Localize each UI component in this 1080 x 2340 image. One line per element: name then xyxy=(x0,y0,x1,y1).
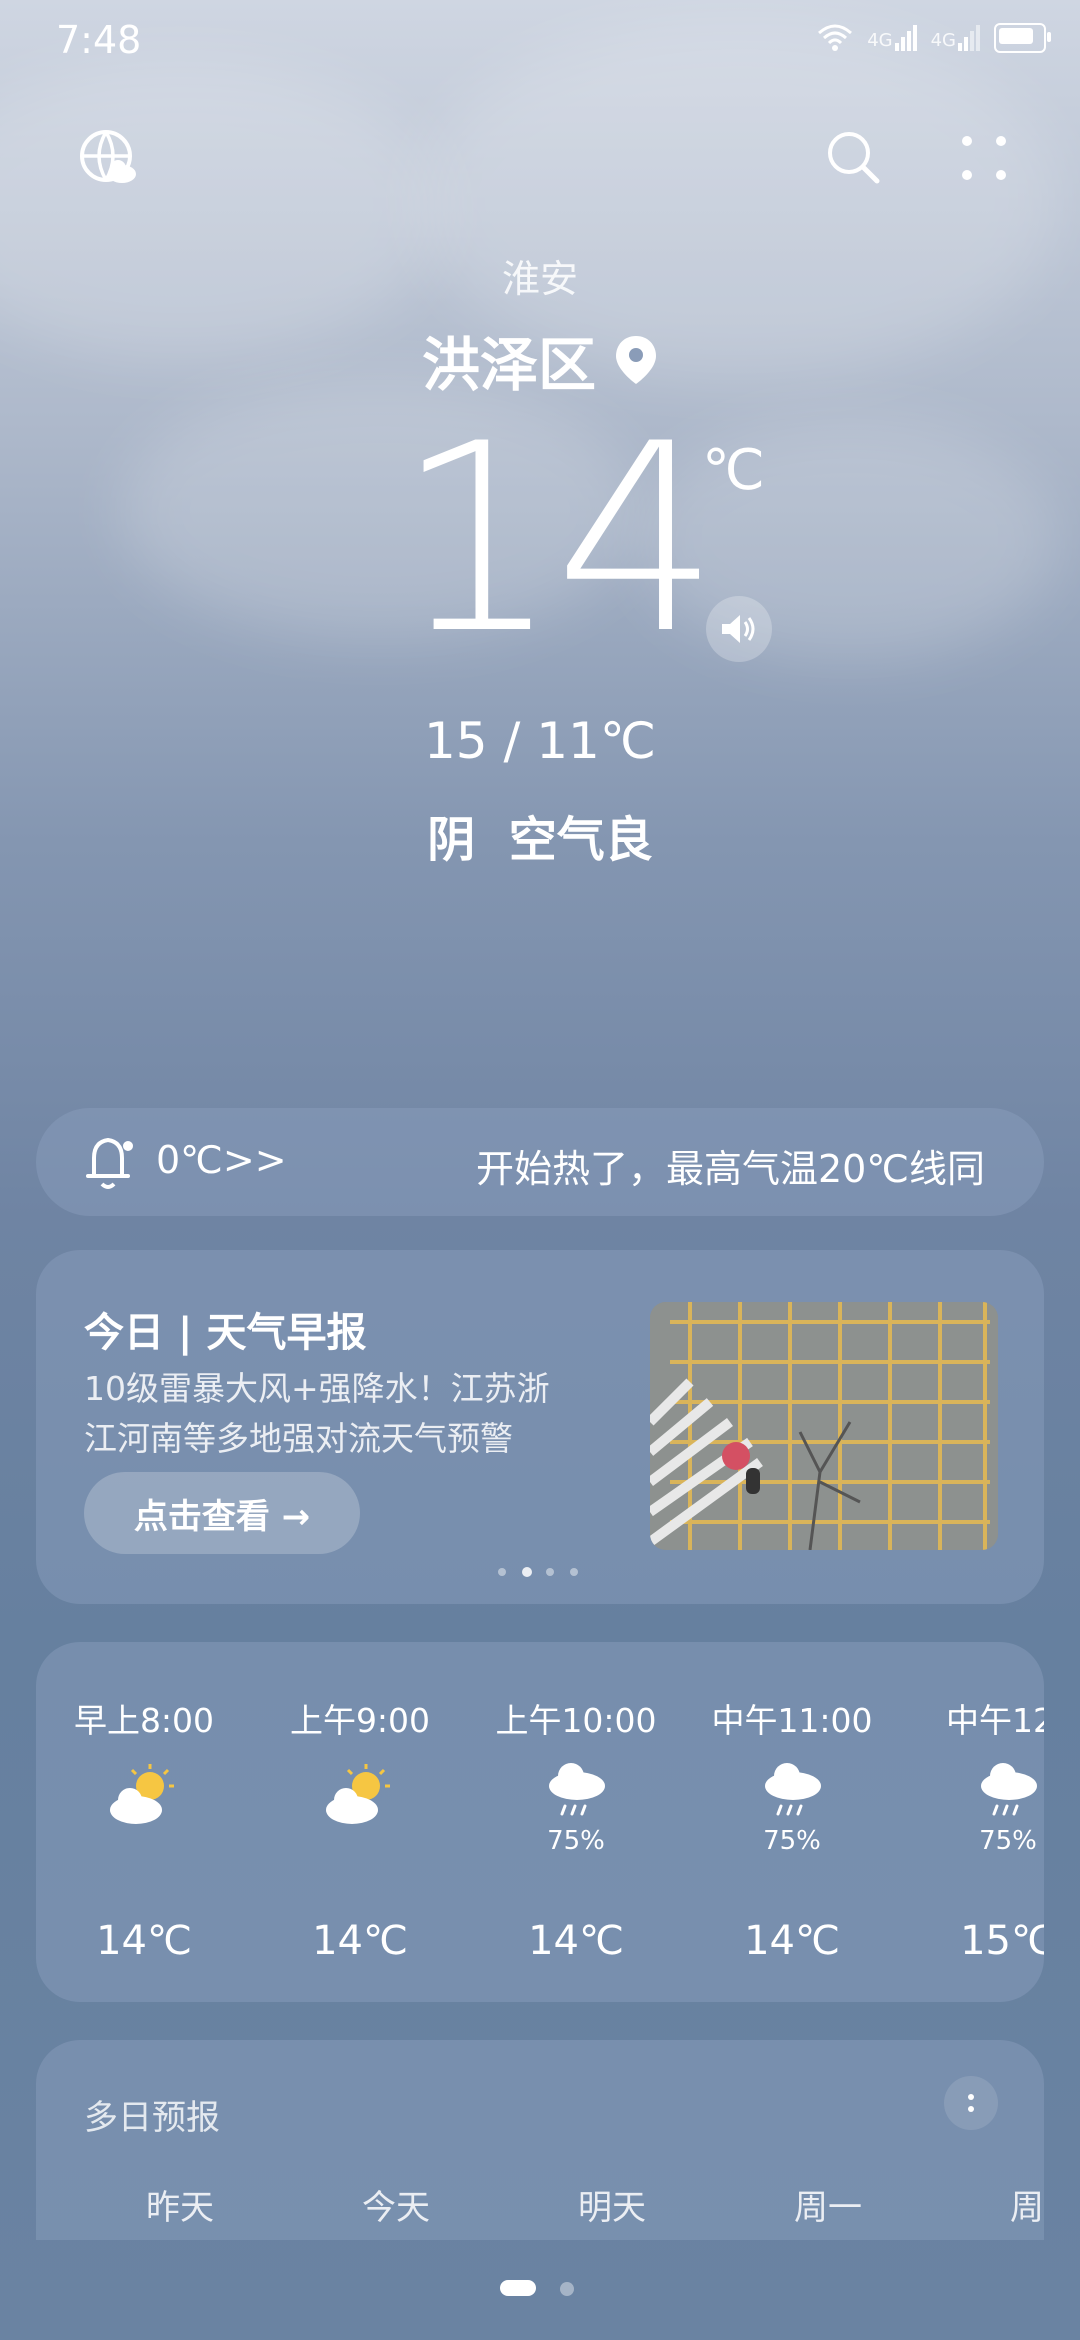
news-card[interactable]: 今日 | 天气早报 10级雷暴大风+强降水！江苏浙 江河南等多地强对流天气预警 … xyxy=(36,1250,1044,1604)
signal-icon-2: 4G xyxy=(931,25,980,51)
temperature-unit: ℃ xyxy=(702,438,765,503)
day-label: 明天 xyxy=(578,2188,646,2228)
news-line-2: 江河南等多地强对流天气预警 xyxy=(84,1419,513,1458)
hour-time: 中午11:00 xyxy=(711,1701,873,1740)
hour-item: 上午9:00 14℃ xyxy=(252,1642,468,1964)
status-icons: 4G 4G xyxy=(817,18,1051,58)
battery-icon xyxy=(994,23,1051,53)
hour-precip: 75% xyxy=(763,1826,821,1856)
day-label: 周二 xyxy=(1010,2188,1044,2228)
news-title: 今日 | 天气早报 xyxy=(84,1310,367,1356)
hour-temp: 14℃ xyxy=(744,1918,840,1964)
hour-item: 早上8:00 14℃ xyxy=(36,1642,252,1964)
rain-cloud-icon xyxy=(981,1763,1037,1816)
hour-time: 上午10:00 xyxy=(495,1701,657,1740)
page-indicator-dot xyxy=(560,2282,574,2296)
wifi-icon xyxy=(818,24,853,51)
status-time: 7:48 xyxy=(56,18,142,62)
day-label: 昨天 xyxy=(146,2188,214,2228)
day-label: 今天 xyxy=(362,2188,430,2228)
alert-bar[interactable]: 0℃>> 开始热了，最高气温20℃线同 xyxy=(36,1108,1044,1216)
news-line-1: 10级雷暴大风+强降水！江苏浙 xyxy=(84,1369,550,1408)
weather-condition: 阴 空气良 xyxy=(427,812,653,868)
alert-marquee: 开始热了，最高气温20℃线同 xyxy=(476,1147,986,1191)
hour-temp: 14℃ xyxy=(312,1918,408,1964)
hour-precip: 75% xyxy=(979,1826,1037,1856)
forecast-title: 多日预报 xyxy=(84,2098,220,2138)
city-name: 淮安 xyxy=(501,257,578,301)
hour-temp: 15℃ xyxy=(960,1918,1044,1964)
hour-item: 上午10:00 75% 14℃ xyxy=(468,1642,684,1964)
search-icon[interactable] xyxy=(822,126,886,190)
rain-cloud-icon xyxy=(765,1763,821,1816)
daily-forecast-card[interactable]: 多日预报 昨天 今天 明天 周一 周二 xyxy=(36,2040,1044,2240)
hour-time: 上午9:00 xyxy=(289,1701,431,1740)
page-indicator-active xyxy=(500,2280,536,2296)
network-type-2: 4G xyxy=(930,30,956,51)
carousel-dot-4 xyxy=(570,1568,578,1576)
partly-sunny-icon xyxy=(326,1764,390,1824)
temperature-range: 15 / 11℃ xyxy=(423,712,657,770)
hour-precip: 75% xyxy=(547,1826,605,1856)
network-type-1: 4G xyxy=(867,30,893,51)
view-details-button[interactable]: 点击查看 → xyxy=(84,1472,360,1554)
hour-temp: 14℃ xyxy=(528,1918,624,1964)
speaker-icon xyxy=(722,615,755,643)
hour-item: 中午11:00 75% 14℃ xyxy=(684,1642,900,1964)
hour-temp: 14℃ xyxy=(96,1918,192,1964)
hourly-forecast-card[interactable]: 早上8:00 14℃ 上午9:00 14℃ 上午10:00 75% 14℃ 中午… xyxy=(36,1642,1044,2002)
voice-broadcast-button[interactable] xyxy=(706,596,772,662)
location-pin-icon xyxy=(616,336,656,384)
day-label: 周一 xyxy=(794,2188,862,2228)
rain-cloud-icon xyxy=(549,1763,605,1816)
hour-time: 早上8:00 xyxy=(73,1701,215,1740)
hour-item: 中午12: 75% 15℃ xyxy=(900,1642,1044,1964)
city-management-icon[interactable] xyxy=(76,126,140,190)
hour-time: 中午12: xyxy=(946,1701,1044,1740)
alert-text: 0℃>> xyxy=(156,1138,287,1182)
bell-alert-icon xyxy=(86,1138,133,1189)
news-image[interactable] xyxy=(650,1302,998,1550)
more-menu-icon[interactable] xyxy=(956,130,1012,186)
carousel-dot-2 xyxy=(522,1567,532,1577)
carousel-dot-3 xyxy=(546,1568,554,1576)
carousel-dot-1 xyxy=(498,1568,506,1576)
forecast-more-button[interactable] xyxy=(944,2076,998,2130)
current-temperature: 14 xyxy=(395,389,720,691)
signal-icon: 4G xyxy=(867,25,917,51)
partly-sunny-icon xyxy=(110,1764,174,1824)
